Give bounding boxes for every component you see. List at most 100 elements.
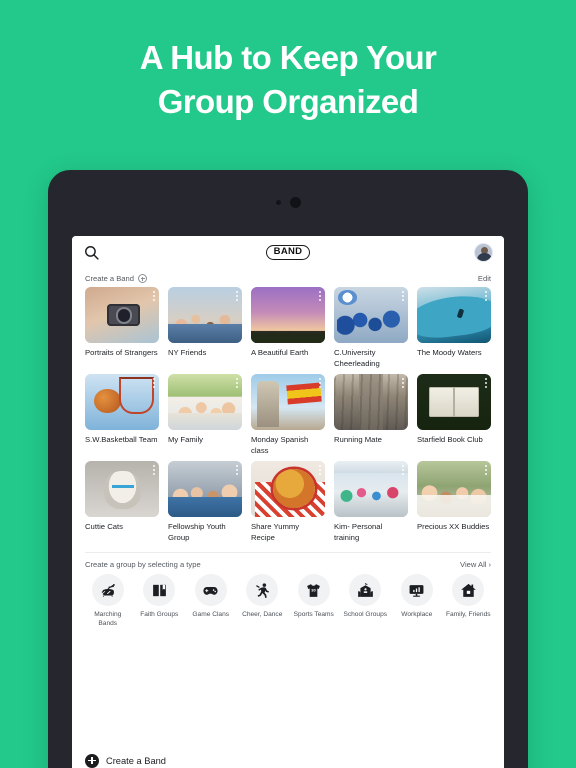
band-thumbnail-art	[85, 374, 159, 430]
group-type-label: Sports Teams	[293, 611, 334, 618]
group-type-marching-bands[interactable]: Marching Bands	[83, 574, 133, 628]
promo-headline: A Hub to Keep Your Group Organized	[0, 36, 576, 124]
band-thumbnail[interactable]	[334, 287, 408, 343]
group-type-school-groups[interactable]: School Groups	[341, 574, 391, 628]
band-name: My Family	[168, 435, 204, 444]
more-options-icon[interactable]	[235, 291, 238, 302]
band-thumbnail[interactable]	[417, 461, 491, 517]
band-card[interactable]: NY Friends	[168, 287, 242, 369]
group-type-label: Cheer, Dance	[242, 611, 283, 618]
band-card[interactable]: Kim- Personal training	[334, 461, 408, 543]
band-name: Share Yummy Recipe	[251, 522, 300, 542]
front-camera-icon	[289, 197, 301, 208]
band-thumbnail-art	[85, 287, 159, 343]
band-thumbnail[interactable]	[251, 461, 325, 517]
band-thumbnail[interactable]	[168, 461, 242, 517]
band-name: Portraits of Strangers	[85, 348, 158, 357]
more-options-icon[interactable]	[318, 291, 321, 302]
band-card[interactable]: My Family	[168, 374, 242, 456]
band-name: Cuttie Cats	[85, 522, 124, 531]
school-icon	[349, 574, 382, 606]
group-type-cheer-dance[interactable]: Cheer, Dance	[238, 574, 288, 628]
house-icon	[452, 574, 485, 606]
band-card[interactable]: Starfield Book Club	[417, 374, 491, 456]
more-options-icon[interactable]	[484, 291, 487, 302]
group-type-faith-groups[interactable]: Faith Groups	[135, 574, 185, 628]
bezel-sensors	[48, 197, 528, 208]
jersey-icon: 30	[297, 574, 330, 606]
avatar[interactable]	[474, 243, 493, 262]
band-thumbnail-art	[417, 374, 491, 430]
group-type-family-friends[interactable]: Family, Friends	[444, 574, 494, 628]
bands-section-header: Create a Band Edit	[72, 269, 504, 287]
band-thumbnail[interactable]	[168, 287, 242, 343]
band-card[interactable]: S.W.Basketball Team	[85, 374, 159, 456]
band-thumbnail-art	[251, 287, 325, 343]
band-thumbnail[interactable]	[251, 374, 325, 430]
more-options-icon[interactable]	[484, 465, 487, 476]
band-thumbnail[interactable]	[85, 287, 159, 343]
plus-circle-icon	[137, 274, 147, 283]
band-thumbnail[interactable]	[85, 374, 159, 430]
more-options-icon[interactable]	[401, 465, 404, 476]
band-thumbnail-art	[417, 461, 491, 517]
band-card[interactable]: C.University Cheerleading	[334, 287, 408, 369]
more-options-icon[interactable]	[152, 378, 155, 389]
band-thumbnail[interactable]	[417, 287, 491, 343]
band-name: C.University Cheerleading	[334, 348, 380, 368]
create-band-bar-label: Create a Band	[106, 755, 166, 766]
band-card[interactable]: Cuttie Cats	[85, 461, 159, 543]
band-thumbnail[interactable]	[417, 374, 491, 430]
more-options-icon[interactable]	[484, 378, 487, 389]
create-a-band-link[interactable]: Create a Band	[85, 274, 147, 283]
tablet-device-frame: BAND Create a Band Edit Portraits of Str…	[48, 170, 528, 768]
band-thumbnail-art	[334, 374, 408, 430]
more-options-icon[interactable]	[235, 378, 238, 389]
band-card[interactable]: A Beautiful Earth	[251, 287, 325, 369]
band-thumbnail[interactable]	[85, 461, 159, 517]
band-thumbnail[interactable]	[334, 374, 408, 430]
types-section-header: Create a group by selecting a type View …	[72, 553, 504, 574]
group-type-label: School Groups	[343, 611, 388, 618]
band-thumbnail[interactable]	[251, 287, 325, 343]
group-type-game-clans[interactable]: Game Clans	[186, 574, 236, 628]
band-card[interactable]: Monday Spanish class	[251, 374, 325, 456]
more-options-icon[interactable]	[235, 465, 238, 476]
band-card[interactable]: Running Mate	[334, 374, 408, 456]
band-card[interactable]: Portraits of Strangers	[85, 287, 159, 369]
band-name: Fellowship Youth Group	[168, 522, 226, 542]
create-band-bar[interactable]: Create a Band	[72, 745, 504, 768]
more-options-icon[interactable]	[318, 465, 321, 476]
create-a-band-label: Create a Band	[85, 274, 134, 283]
view-all-label: View All	[460, 560, 487, 569]
group-type-workplace[interactable]: Workplace	[392, 574, 442, 628]
band-name: Monday Spanish class	[251, 435, 309, 455]
brand-logo: BAND	[72, 245, 504, 260]
more-options-icon[interactable]	[401, 378, 404, 389]
gamepad-icon	[194, 574, 227, 606]
group-type-sports-teams[interactable]: 30 Sports Teams	[289, 574, 339, 628]
group-type-label: Faith Groups	[140, 611, 179, 618]
edit-button[interactable]: Edit	[478, 274, 491, 283]
brand-logo-text: BAND	[265, 245, 311, 260]
more-options-icon[interactable]	[401, 291, 404, 302]
band-thumbnail[interactable]	[168, 374, 242, 430]
view-all-button[interactable]: View All ›	[460, 560, 491, 569]
more-options-icon[interactable]	[318, 378, 321, 389]
band-name: Kim- Personal training	[334, 522, 383, 542]
drum-icon	[91, 574, 124, 606]
band-card[interactable]: Fellowship Youth Group	[168, 461, 242, 543]
band-thumbnail-art	[168, 374, 242, 430]
more-options-icon[interactable]	[152, 291, 155, 302]
plus-filled-icon	[85, 753, 99, 768]
band-card[interactable]: Share Yummy Recipe	[251, 461, 325, 543]
band-name: The Moody Waters	[417, 348, 482, 357]
more-options-icon[interactable]	[152, 465, 155, 476]
book-icon	[143, 574, 176, 606]
band-thumbnail-art	[334, 287, 408, 343]
band-thumbnail[interactable]	[334, 461, 408, 517]
band-card[interactable]: Precious XX Buddies	[417, 461, 491, 543]
band-thumbnail-art	[417, 287, 491, 343]
band-card[interactable]: The Moody Waters	[417, 287, 491, 369]
search-icon[interactable]	[83, 244, 100, 261]
